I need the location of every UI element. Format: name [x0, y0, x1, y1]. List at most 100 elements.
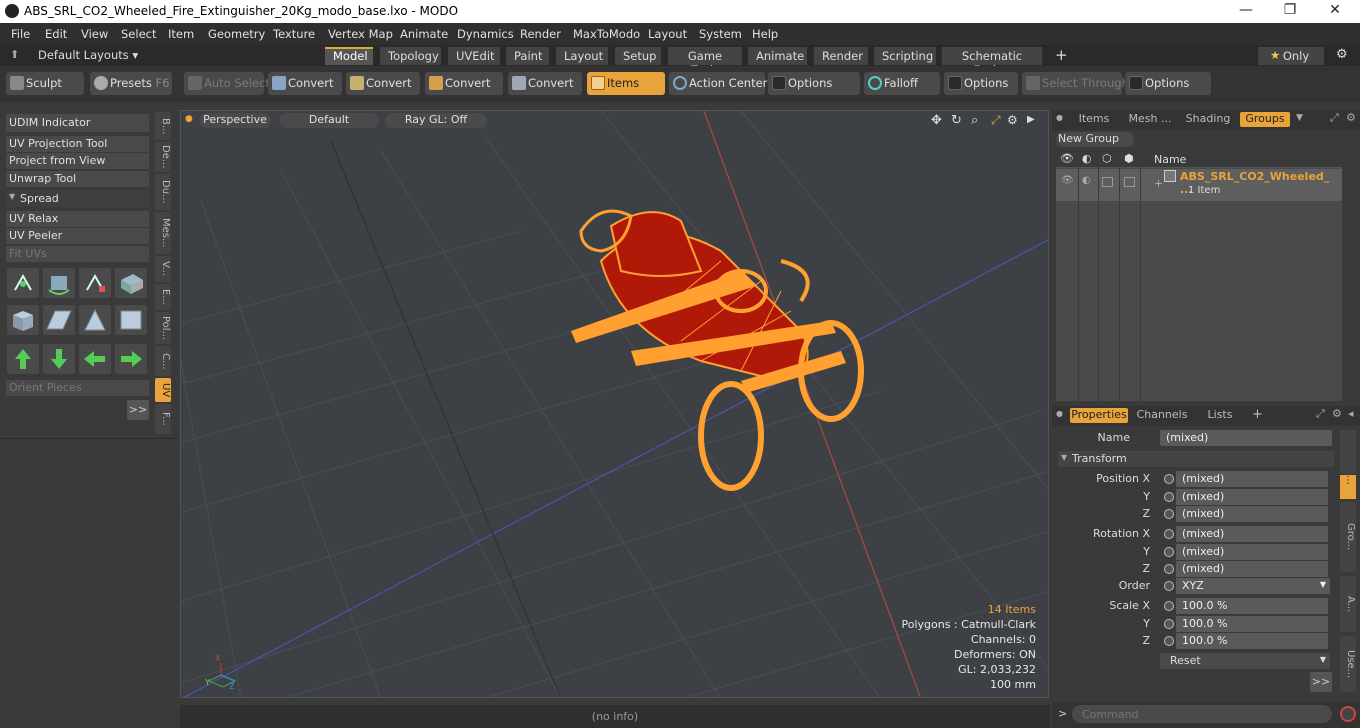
tab-shading[interactable]: Shading	[1182, 112, 1234, 127]
action-center-button[interactable]: Action Center	[669, 72, 767, 95]
panel-menu-icon[interactable]: ●	[1056, 113, 1063, 122]
tab-topology[interactable]: Topology	[380, 47, 441, 65]
move-uv-icon[interactable]	[7, 268, 39, 298]
close-button[interactable]: ✕	[1325, 2, 1345, 18]
tab-channels[interactable]: Channels	[1136, 408, 1188, 423]
convert-edges-button[interactable]: Convert	[346, 72, 420, 95]
vtab-v[interactable]: V...	[155, 256, 171, 282]
tab-game-tools[interactable]: Game Tools	[668, 47, 742, 77]
keyframe-toggle[interactable]	[1164, 474, 1174, 484]
panel-close-icon[interactable]: ◂	[1348, 407, 1354, 420]
scale-x-field[interactable]: 100.0 %	[1176, 598, 1328, 614]
minimize-button[interactable]: —	[1236, 2, 1256, 18]
record-macro-icon[interactable]	[1340, 706, 1356, 722]
panel-settings-icon[interactable]: ⚙	[1332, 407, 1342, 420]
tab-groups[interactable]: Groups	[1240, 112, 1290, 127]
perspective-dropdown[interactable]: Perspective	[199, 113, 271, 128]
zoom-icon[interactable]: ⌕	[971, 113, 978, 128]
menu-dynamics[interactable]: Dynamics	[457, 27, 514, 41]
fit-view-icon[interactable]: ⤢	[991, 113, 1001, 128]
keyframe-toggle[interactable]	[1164, 636, 1174, 646]
uv-pyramid-icon[interactable]	[79, 305, 111, 335]
vtab-f[interactable]: F...	[155, 404, 171, 434]
position-y-field[interactable]: (mixed)	[1176, 489, 1328, 505]
pan-icon[interactable]: ✥	[931, 113, 942, 128]
tab-scripting[interactable]: Scripting	[874, 47, 936, 65]
tab-mesh[interactable]: Mesh ...	[1126, 112, 1174, 127]
vtab-mesh[interactable]: Mes...	[155, 212, 171, 254]
vtab-du[interactable]: Du...	[155, 174, 171, 210]
tab-dropdown-icon[interactable]: ▼	[1296, 113, 1303, 123]
render-toggle-icon[interactable]: ◐	[1082, 175, 1091, 186]
add-tab-button[interactable]: +	[1252, 407, 1263, 422]
spread-section[interactable]: ▼ Spread	[6, 191, 149, 207]
expand-panel-icon[interactable]: ⤢	[1316, 407, 1325, 421]
keyframe-toggle[interactable]	[1164, 547, 1174, 557]
uv-projection-tool-button[interactable]: UV Projection Tool	[6, 136, 149, 152]
tab-properties[interactable]: Properties	[1070, 408, 1128, 423]
transform-uv-icon[interactable]	[115, 268, 147, 298]
keyframe-toggle[interactable]	[1164, 564, 1174, 574]
panel-menu-icon[interactable]: ●	[1056, 409, 1063, 418]
menu-texture[interactable]: Texture	[273, 27, 315, 41]
select-toggle[interactable]	[1124, 177, 1135, 187]
expand-plus-icon[interactable]: +	[1154, 177, 1163, 190]
tab-model[interactable]: Model	[325, 47, 373, 65]
new-group-button[interactable]: New Group	[1056, 132, 1134, 147]
reset-dropdown[interactable]: Reset ▼	[1160, 653, 1330, 669]
align-right-icon[interactable]	[115, 344, 147, 374]
position-z-field[interactable]: (mixed)	[1176, 506, 1328, 522]
more-properties-button[interactable]: >>	[1310, 672, 1332, 692]
falloff-options-button[interactable]: Options	[944, 72, 1018, 95]
side-tab-groups[interactable]: Gro...	[1340, 502, 1356, 572]
vtab-e[interactable]: E...	[155, 284, 171, 310]
align-left-icon[interactable]	[79, 344, 111, 374]
viewport-menu-icon[interactable]: ●	[185, 114, 195, 124]
viewport-expand-icon[interactable]: ▶	[1027, 114, 1035, 125]
only-toggle[interactable]: ★ Only	[1258, 47, 1324, 65]
viewport-settings-icon[interactable]: ⚙	[1007, 113, 1018, 127]
select-through-options-button[interactable]: Options	[1125, 72, 1211, 95]
rotation-y-field[interactable]: (mixed)	[1176, 544, 1328, 560]
more-tools-button[interactable]: >>	[127, 400, 149, 420]
rotate-uv-icon[interactable]	[43, 268, 75, 298]
tab-items[interactable]: Items	[1074, 112, 1114, 127]
sculpt-button[interactable]: Sculpt	[6, 72, 84, 95]
transform-section[interactable]: ▼ Transform	[1058, 451, 1334, 467]
vtab-c[interactable]: C...	[155, 346, 171, 376]
uv-relax-button[interactable]: UV Relax	[6, 211, 149, 227]
fit-uvs-button[interactable]: Fit UVs	[6, 246, 149, 262]
unwrap-cube-icon[interactable]	[7, 305, 39, 335]
scale-uv-icon[interactable]	[79, 268, 111, 298]
align-down-icon[interactable]	[43, 344, 75, 374]
menu-system[interactable]: System	[699, 27, 742, 41]
unwrap-tool-button[interactable]: Unwrap Tool	[6, 171, 149, 187]
vtab-de[interactable]: De...	[155, 142, 171, 172]
rotation-z-field[interactable]: (mixed)	[1176, 561, 1328, 577]
menu-animate[interactable]: Animate	[400, 27, 448, 41]
gear-icon[interactable]: ⚙	[1336, 47, 1348, 62]
orient-pieces-button[interactable]: Orient Pieces	[6, 380, 149, 396]
command-input[interactable]	[1072, 705, 1332, 723]
menu-view[interactable]: View	[81, 27, 108, 41]
menu-file[interactable]: File	[11, 27, 30, 41]
rotate-view-icon[interactable]: ↻	[951, 113, 962, 128]
tab-paint[interactable]: Paint	[506, 47, 549, 65]
order-dropdown[interactable]: XYZ ▼	[1176, 578, 1330, 594]
expand-panel-icon[interactable]: ⤢	[1330, 111, 1339, 125]
convert-items-button[interactable]: Convert	[508, 72, 582, 95]
name-column-header[interactable]: Name	[1154, 153, 1186, 166]
vtab-uv[interactable]: UV	[155, 378, 171, 402]
uv-peeler-button[interactable]: UV Peeler	[6, 228, 149, 244]
side-tab-a[interactable]: A...	[1340, 576, 1356, 632]
presets-button[interactable]: Presets F6	[90, 72, 172, 95]
side-tab-active[interactable]: ⋮	[1340, 475, 1356, 499]
rotation-x-field[interactable]: (mixed)	[1176, 526, 1328, 542]
keyframe-toggle[interactable]	[1164, 581, 1174, 591]
tab-schematic-fusion[interactable]: Schematic Fusion	[942, 47, 1042, 77]
menu-item[interactable]: Item	[168, 27, 194, 41]
visibility-toggle-icon[interactable]: 👁	[1061, 175, 1074, 186]
falloff-button[interactable]: Falloff	[864, 72, 940, 95]
groups-scrollbar[interactable]	[1344, 151, 1356, 401]
auto-select-button[interactable]: Auto Select	[184, 72, 270, 95]
